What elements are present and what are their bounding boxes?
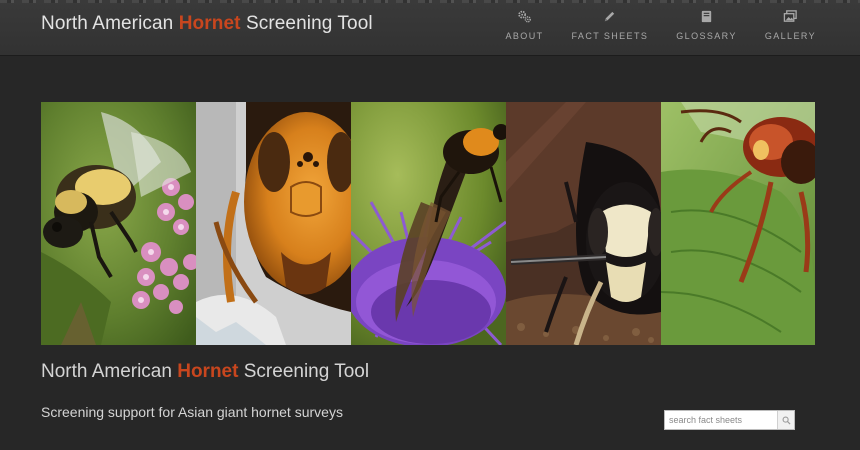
brand-prefix: North American bbox=[41, 13, 179, 34]
hero-image-wasp-on-thistle bbox=[351, 102, 506, 345]
brand-highlight: Hornet bbox=[178, 13, 241, 34]
images-icon bbox=[783, 10, 797, 22]
nav-item-about[interactable]: ABOUT bbox=[506, 9, 544, 41]
main-nav: ABOUT FACT SHEETS GLOSSARY GALLERY bbox=[506, 9, 817, 41]
search-icon bbox=[782, 416, 791, 425]
nav-label-glossary: GLOSSARY bbox=[676, 31, 737, 41]
hero-image-european-hornet bbox=[661, 102, 815, 345]
gears-icon bbox=[518, 10, 531, 23]
hero-image-bald-faced-hornet bbox=[506, 102, 661, 345]
hero-image-giant-hornet bbox=[196, 102, 351, 345]
nav-label-gallery: GALLERY bbox=[764, 31, 816, 41]
pencil-icon bbox=[605, 11, 615, 22]
book-icon bbox=[701, 10, 712, 23]
brand-suffix: Screening Tool bbox=[240, 13, 373, 34]
tagline: Screening support for Asian giant hornet… bbox=[41, 404, 343, 420]
page-title: North American Hornet Screening Tool bbox=[41, 361, 369, 383]
brand-title[interactable]: North American Hornet Screening Tool bbox=[41, 13, 373, 35]
hero-image-bumble-bee bbox=[41, 102, 196, 345]
search-input[interactable] bbox=[665, 411, 777, 429]
search-button[interactable] bbox=[777, 411, 794, 429]
nav-item-fact-sheets[interactable]: FACT SHEETS bbox=[572, 9, 649, 41]
hero-collage bbox=[41, 102, 815, 345]
nav-label-fact-sheets: FACT SHEETS bbox=[571, 31, 649, 41]
nav-label-about: ABOUT bbox=[505, 31, 544, 41]
navbar: North American Hornet Screening Tool ABO… bbox=[0, 0, 860, 56]
nav-item-glossary[interactable]: GLOSSARY bbox=[676, 9, 737, 41]
page-title-prefix: North American bbox=[41, 361, 178, 382]
nav-item-gallery[interactable]: GALLERY bbox=[765, 9, 816, 41]
page-title-highlight: Hornet bbox=[177, 361, 239, 382]
page-title-suffix: Screening Tool bbox=[238, 361, 370, 382]
search-box bbox=[664, 410, 795, 430]
